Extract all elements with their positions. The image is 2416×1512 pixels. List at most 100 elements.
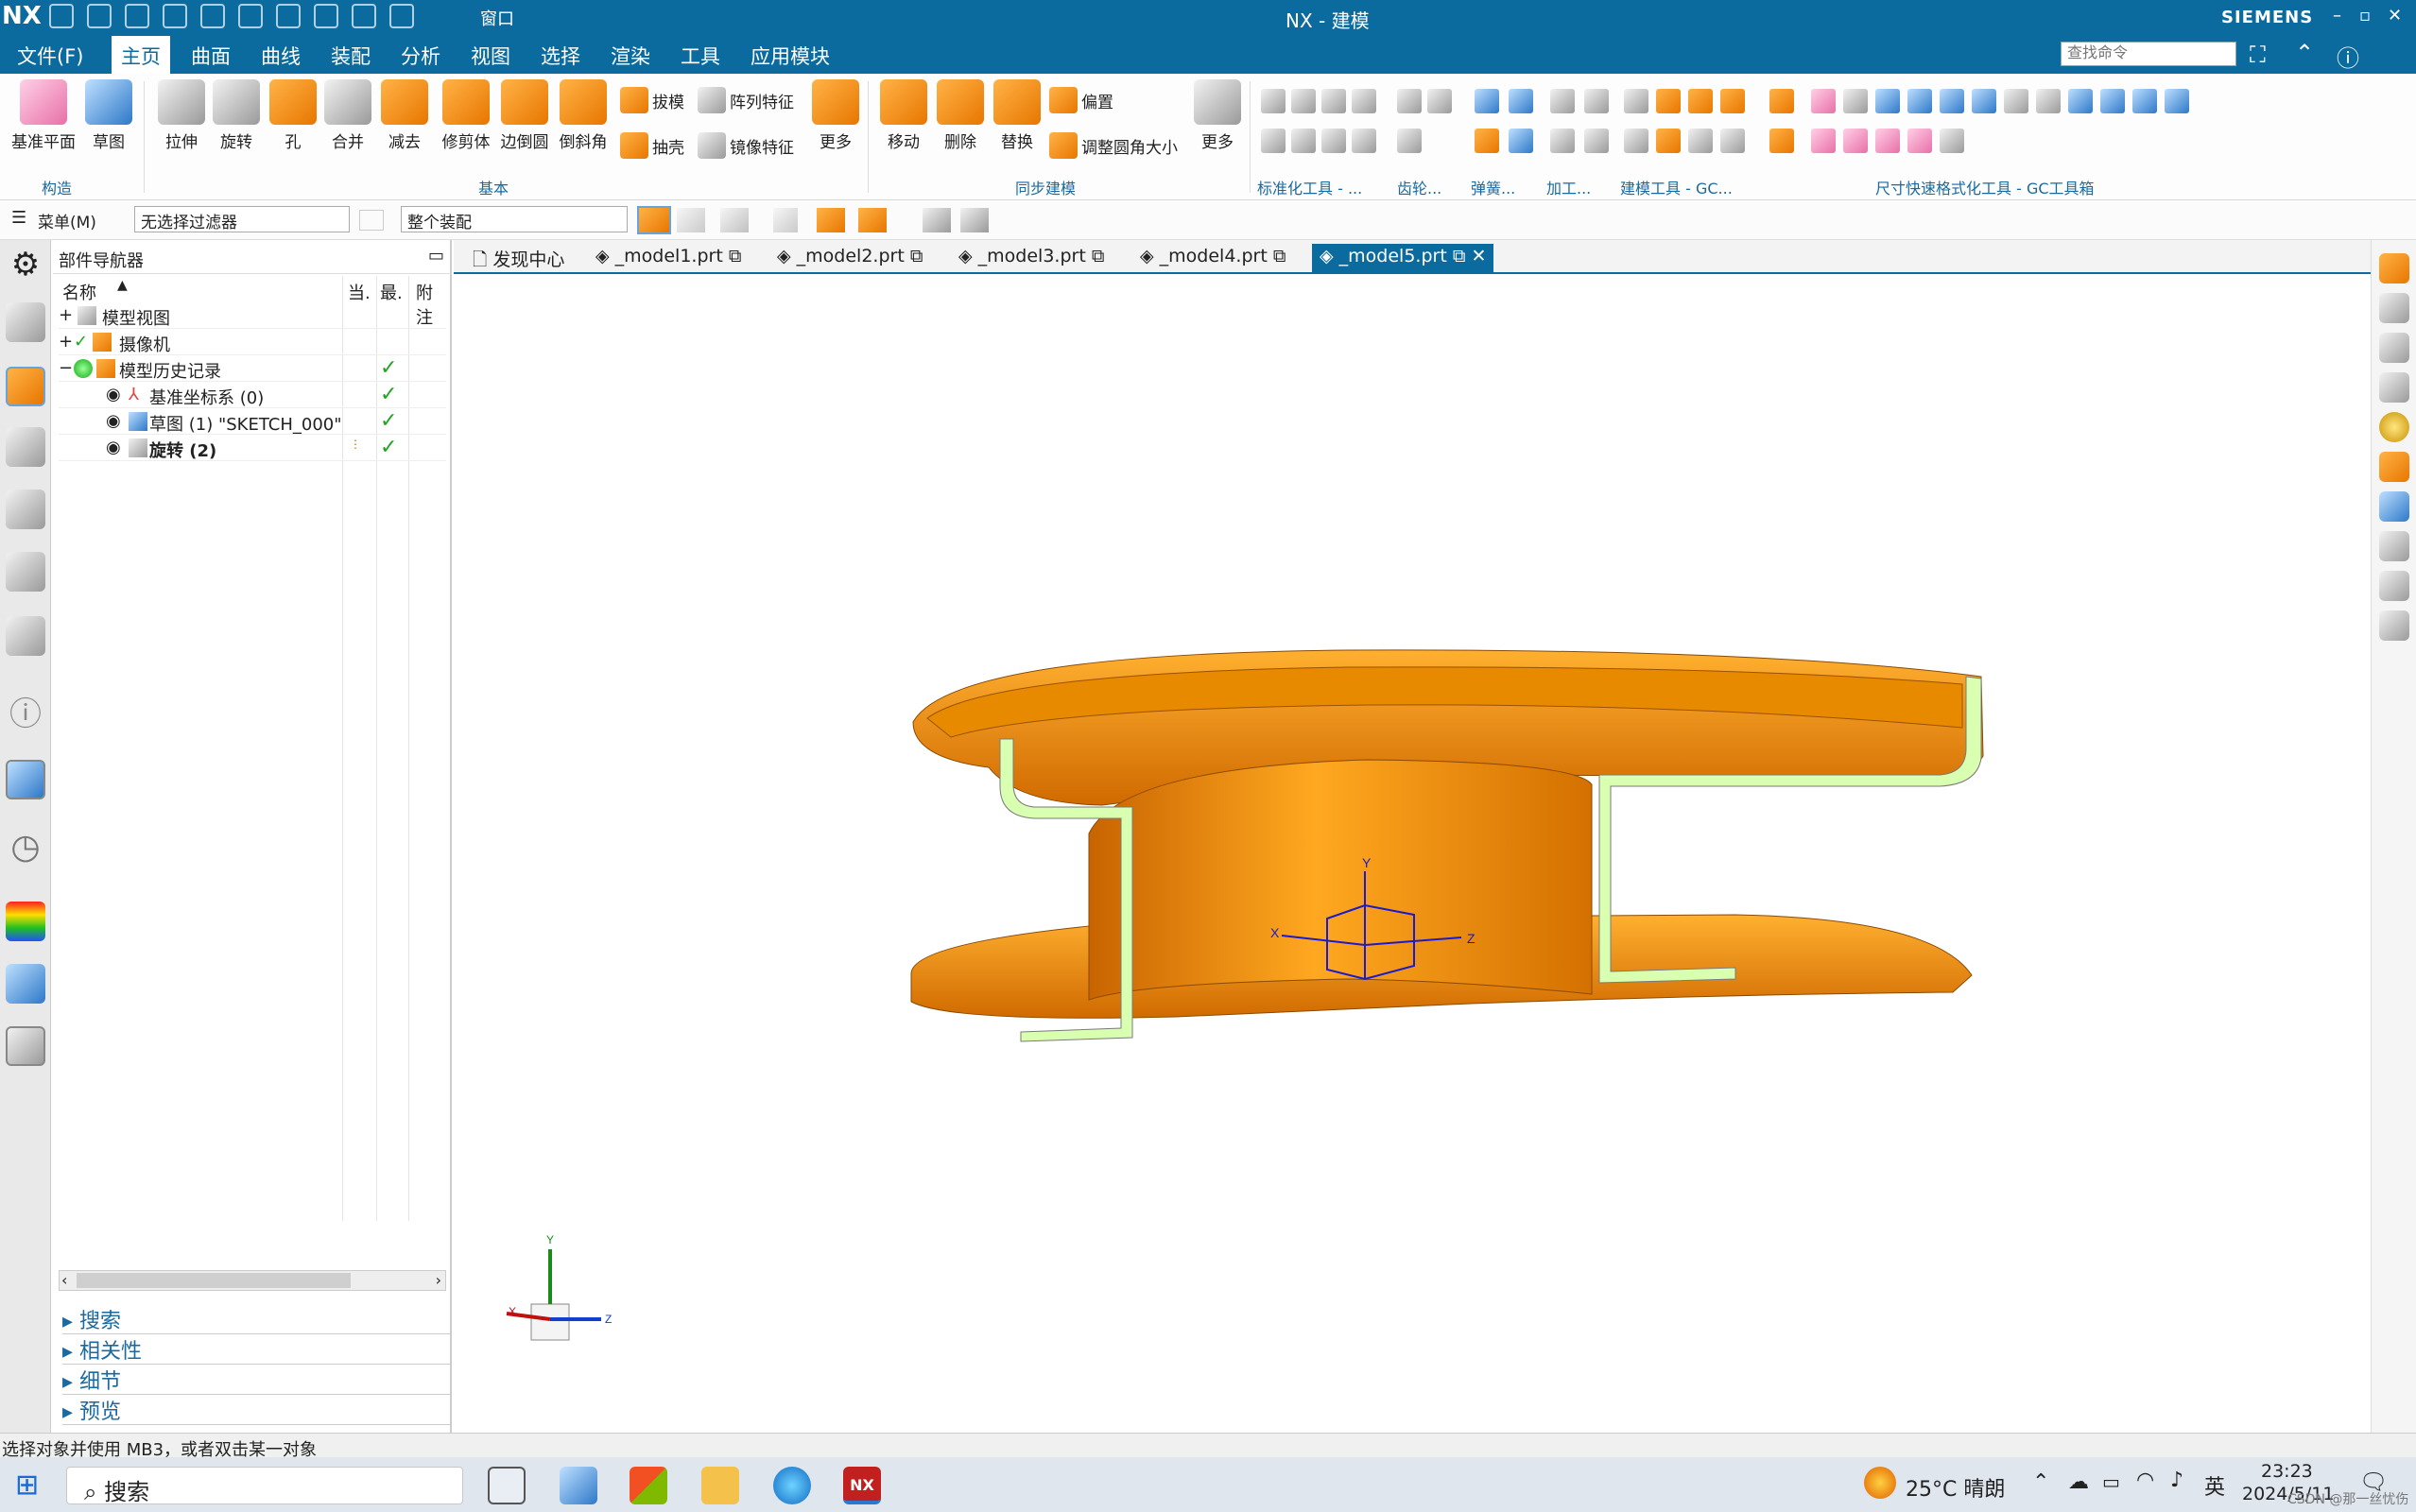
extrude-button[interactable]: 拉伸 <box>155 79 208 152</box>
machining-tool-icon[interactable] <box>1550 89 1575 113</box>
tab-model3[interactable]: ◈ _model3.prt ⧉ <box>951 244 1112 272</box>
standard-tool-icon[interactable] <box>1321 129 1346 153</box>
dimension-format-icon[interactable] <box>1940 129 1964 153</box>
menu-tools[interactable]: 工具 <box>681 42 720 70</box>
popout-icon[interactable]: ⧉ <box>1086 246 1105 266</box>
save-icon[interactable] <box>49 4 74 28</box>
windows-start-icon[interactable]: ⊞ <box>15 1469 39 1502</box>
popout-icon[interactable]: ⧉ <box>1447 246 1472 266</box>
modeling-tool-icon[interactable] <box>1720 89 1745 113</box>
type-filter-select[interactable]: 无选择过滤器 <box>134 206 350 232</box>
section-dependencies[interactable]: ▸ 相关性 <box>62 1334 450 1365</box>
gc-tool-icon[interactable] <box>1769 129 1794 153</box>
menu-app-modules[interactable]: 应用模块 <box>751 42 830 70</box>
gear-tool-icon[interactable] <box>1397 89 1422 113</box>
shell-button[interactable]: 抽壳 <box>620 132 684 159</box>
cut-icon[interactable] <box>163 4 187 28</box>
tab-discovery-center[interactable]: 🗋 发现中心 <box>465 244 572 272</box>
draft-button[interactable]: 拔模 <box>620 87 684 113</box>
menu-render[interactable]: 渲染 <box>611 42 650 70</box>
render-style-icon[interactable] <box>923 208 951 232</box>
column-name[interactable]: 名称 <box>62 280 96 304</box>
rotate-view-icon[interactable] <box>2379 491 2409 522</box>
machining-tool-icon[interactable] <box>1584 129 1609 153</box>
delete-face-button[interactable]: 删除 <box>932 79 989 152</box>
notification-icon[interactable]: 🗨 <box>2359 1469 2388 1495</box>
tree-row[interactable]: − 模型历史记录 ✓ <box>59 355 446 382</box>
column-latest[interactable]: 最. <box>380 280 403 304</box>
gc-tool-icon[interactable] <box>1769 89 1794 113</box>
tab-model5[interactable]: ◈ _model5.prt ⧉ ✕ <box>1312 244 1494 272</box>
section-search[interactable]: ▸ 搜索 <box>62 1304 450 1334</box>
unite-button[interactable]: 合并 <box>321 79 374 152</box>
modeling-tool-icon[interactable] <box>1624 129 1648 153</box>
dimension-format-icon[interactable] <box>1843 89 1868 113</box>
menu-curve[interactable]: 曲线 <box>261 42 301 70</box>
volume-icon[interactable]: ♪ <box>2170 1469 2183 1492</box>
modeling-tool-icon[interactable] <box>1720 129 1745 153</box>
switch-window-icon[interactable] <box>389 4 414 28</box>
snap-icon[interactable] <box>677 208 705 232</box>
spring-tool-icon[interactable] <box>1475 129 1499 153</box>
menu-dropdown[interactable]: 菜单(M) <box>38 209 96 232</box>
group-gears[interactable]: 齿轮... <box>1397 176 1441 198</box>
tree-row[interactable]: + 模型视图 <box>59 302 446 329</box>
dimension-format-icon[interactable] <box>2100 89 2125 113</box>
sketch-button[interactable]: 草图 <box>83 79 134 152</box>
web-browser-icon[interactable] <box>6 760 45 799</box>
microphone-icon[interactable] <box>352 4 376 28</box>
file-explorer-icon[interactable] <box>701 1467 739 1504</box>
standard-tool-icon[interactable] <box>1291 129 1316 153</box>
menu-surface[interactable]: 曲面 <box>191 42 231 70</box>
onedrive-icon[interactable]: ☁ <box>2068 1470 2089 1494</box>
group-modeling-tools[interactable]: 建模工具 - GC... <box>1620 176 1733 198</box>
selection-scope-select[interactable]: 整个装配 <box>401 206 628 232</box>
resize-blend-button[interactable]: 调整圆角大小 <box>1049 132 1178 159</box>
redo-icon[interactable] <box>125 4 149 28</box>
gear-tool-icon[interactable] <box>1427 89 1452 113</box>
modeling-tool-icon[interactable] <box>1624 89 1648 113</box>
section-preview[interactable]: ▸ 预览 <box>62 1395 450 1425</box>
hole-button[interactable]: 孔 <box>267 79 319 152</box>
part-navigator-icon[interactable] <box>6 367 45 406</box>
standard-tool-icon[interactable] <box>1261 89 1286 113</box>
select-features-icon[interactable] <box>637 206 671 234</box>
tab-model2[interactable]: ◈ _model2.prt ⧉ <box>769 244 930 272</box>
point-snap-icon[interactable] <box>773 208 798 232</box>
task-view-icon[interactable] <box>488 1467 526 1504</box>
mirror-feature-button[interactable]: 镜像特征 <box>698 132 794 159</box>
scroll-right-icon[interactable]: › <box>436 1271 441 1289</box>
subtract-button[interactable]: 减去 <box>378 79 431 152</box>
analysis-icon[interactable] <box>6 964 45 1004</box>
dimension-format-icon[interactable] <box>1907 89 1932 113</box>
dimension-format-icon[interactable] <box>1875 129 1900 153</box>
horizontal-scrollbar[interactable]: ‹ › <box>59 1270 446 1291</box>
minimize-icon[interactable]: – <box>2333 6 2341 26</box>
menu-home[interactable]: 主页 <box>112 36 170 74</box>
shaded-edges-icon[interactable] <box>2379 253 2409 284</box>
weather-icon[interactable] <box>1864 1467 1896 1499</box>
column-current[interactable]: 当. <box>348 280 371 304</box>
popout-icon[interactable]: ⧉ <box>905 246 923 266</box>
palette-icon[interactable] <box>6 902 45 941</box>
close-icon[interactable]: ✕ <box>2388 6 2402 26</box>
visibility-eye-icon[interactable]: ◉ <box>106 438 121 457</box>
popout-icon[interactable]: ⧉ <box>723 246 742 266</box>
filter-options-icon[interactable] <box>720 208 749 232</box>
standard-tool-icon[interactable] <box>1261 129 1286 153</box>
collapse-ribbon-icon[interactable]: ⌃ <box>2295 40 2314 66</box>
touch-mode-icon[interactable] <box>314 4 338 28</box>
view-cube-icon[interactable] <box>2379 531 2409 561</box>
close-tab-icon[interactable]: ✕ <box>1471 246 1486 266</box>
tree-row[interactable]: + ✓ 摄像机 <box>59 329 446 355</box>
dimension-format-icon[interactable] <box>2068 89 2093 113</box>
dimension-format-icon[interactable] <box>1940 89 1964 113</box>
menu-view[interactable]: 视图 <box>471 42 510 70</box>
modeling-tool-icon[interactable] <box>1688 129 1713 153</box>
filter-icon[interactable] <box>359 210 384 231</box>
pattern-feature-button[interactable]: 阵列特征 <box>698 87 794 113</box>
help-icon[interactable]: ⓘ <box>2337 40 2359 73</box>
maximize-icon[interactable]: ▫ <box>2359 6 2371 26</box>
edge-blend-button[interactable]: 边倒圆 <box>492 79 558 152</box>
history-clock-icon[interactable]: ◷ <box>6 828 45 868</box>
